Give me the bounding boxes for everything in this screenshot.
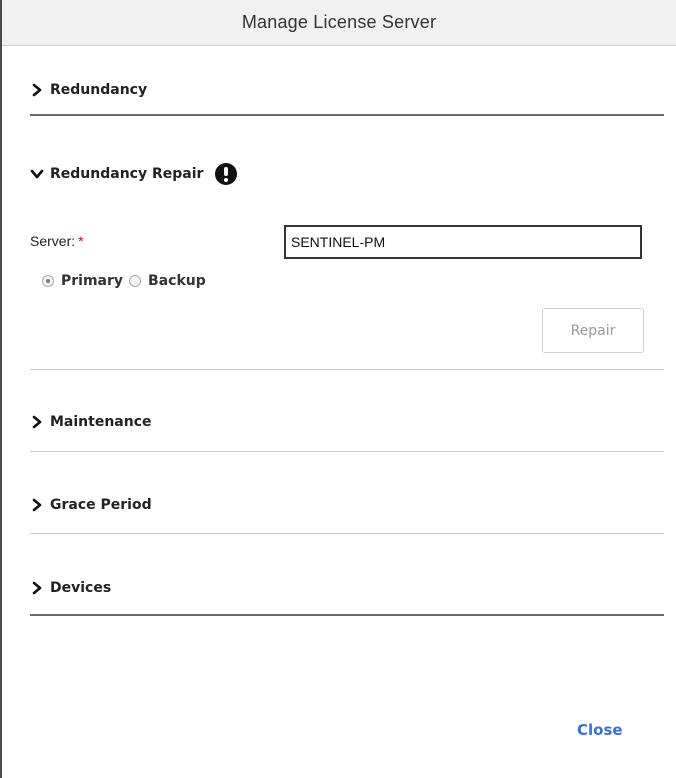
radio-backup[interactable]: Backup: [129, 273, 206, 289]
server-field-label: Server: *: [30, 233, 84, 249]
section-redundancy-repair-label: Redundancy Repair: [50, 166, 204, 182]
chevron-right-icon: [30, 581, 44, 595]
radio-primary-label: Primary: [61, 273, 124, 289]
chevron-down-icon: [30, 167, 44, 181]
section-redundancy-header[interactable]: Redundancy: [30, 82, 147, 98]
section-divider: [30, 614, 664, 616]
section-maintenance-label: Maintenance: [50, 414, 152, 430]
repair-button-label: Repair: [570, 322, 616, 339]
radio-primary-dot[interactable]: [42, 275, 54, 287]
chevron-right-icon: [30, 415, 44, 429]
manage-license-server-dialog: Manage License Server Redundancy Redunda…: [0, 0, 676, 778]
repair-button[interactable]: Repair: [542, 308, 644, 353]
dialog-title: Manage License Server: [2, 0, 676, 46]
section-maintenance-header[interactable]: Maintenance: [30, 414, 152, 430]
chevron-right-icon: [30, 83, 44, 97]
radio-backup-label: Backup: [148, 273, 206, 289]
chevron-right-icon: [30, 498, 44, 512]
section-redundancy-repair-header[interactable]: Redundancy Repair: [30, 163, 238, 185]
server-label-text: Server:: [30, 233, 76, 249]
section-divider: [30, 369, 664, 370]
required-marker: *: [78, 233, 84, 249]
server-input[interactable]: [284, 225, 642, 259]
section-divider: [30, 114, 664, 116]
section-devices-header[interactable]: Devices: [30, 580, 111, 596]
section-grace-period-header[interactable]: Grace Period: [30, 497, 152, 513]
radio-backup-dot[interactable]: [129, 275, 142, 287]
section-grace-period-label: Grace Period: [50, 497, 152, 513]
dialog-title-text: Manage License Server: [241, 12, 437, 32]
exclamation-circle-icon: [215, 163, 238, 185]
radio-primary[interactable]: Primary: [42, 273, 123, 289]
section-divider: [30, 451, 664, 452]
section-devices-label: Devices: [50, 580, 112, 596]
section-divider: [30, 533, 664, 534]
server-role-radio-group: Primary Backup: [42, 273, 212, 289]
close-button[interactable]: Close: [577, 721, 623, 739]
section-redundancy-label: Redundancy: [50, 82, 148, 98]
